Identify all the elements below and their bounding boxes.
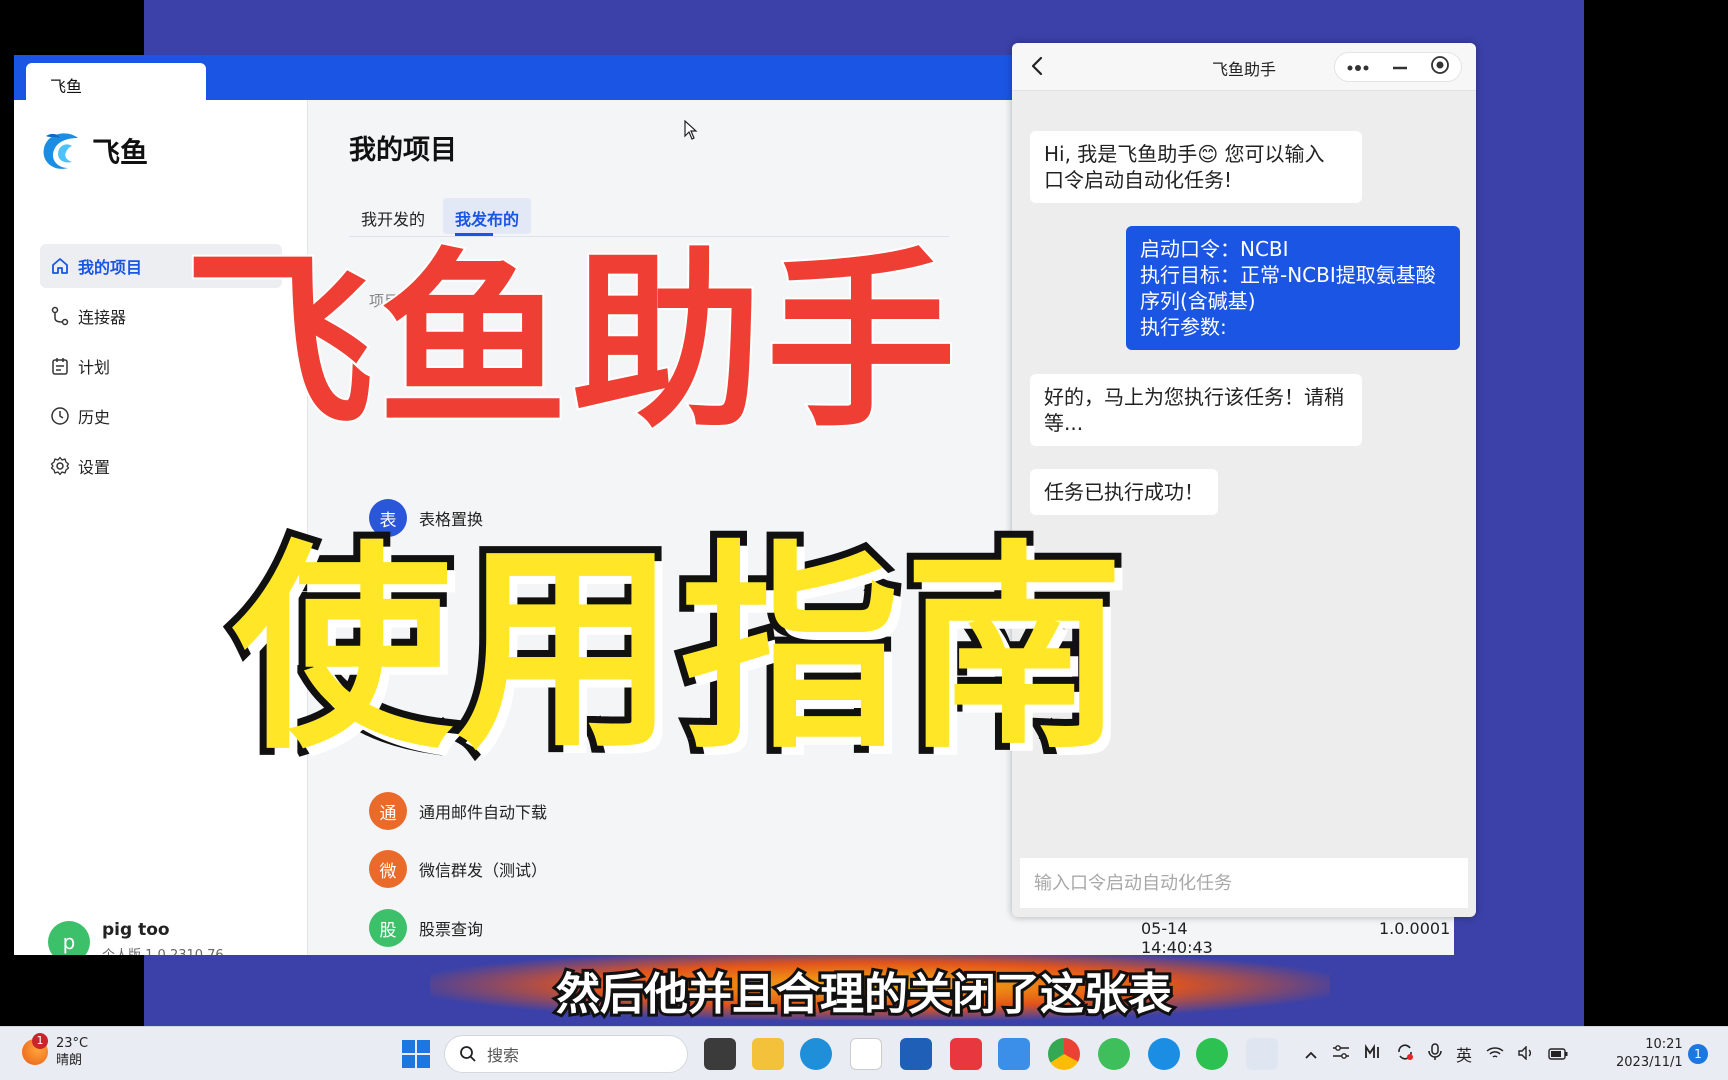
avatar: p <box>48 920 90 955</box>
task-view-icon[interactable] <box>704 1038 736 1070</box>
weather-desc: 晴朗 <box>56 1053 83 1068</box>
message-line: 好的，马上为您执行该任务！请稍 <box>1044 385 1344 409</box>
taskbar-search[interactable]: 搜索 <box>444 1035 688 1073</box>
logo-text: 飞鱼 <box>92 136 149 169</box>
edge-browser-icon[interactable] <box>800 1038 832 1070</box>
weather-text: 23°C 晴朗 <box>56 1035 88 1069</box>
chrome-icon[interactable] <box>1048 1038 1080 1070</box>
sidebar-item-label: 计划 <box>78 358 111 377</box>
chevron-up-icon[interactable] <box>1304 1045 1318 1064</box>
message-line: 序列(含碱基) <box>1140 289 1256 313</box>
gear-icon <box>50 456 70 476</box>
chat-message-user: 启动口令：NCBI 执行目标：正常-NCBI提取氨基酸 序列(含碱基) 执行参数… <box>1126 226 1460 350</box>
list-item[interactable]: 通 通用邮件自动下载 <box>369 791 547 831</box>
sidebar-item-label: 历史 <box>78 408 111 427</box>
home-icon <box>50 256 70 276</box>
chat-header: 飞鱼助手 <box>1012 43 1476 91</box>
weather-temp: 23°C <box>56 1036 89 1051</box>
close-target-icon[interactable] <box>1430 55 1450 79</box>
taskbar: 1 23°C 晴朗 搜索 英 10:21 2023/11/1 1 <box>0 1026 1728 1080</box>
message-line: 任务已执行成功！ <box>1044 480 1204 504</box>
huawei-app-icon[interactable] <box>950 1038 982 1070</box>
system-tray: 英 <box>1304 1042 1568 1066</box>
message-line: 执行参数: <box>1140 315 1227 339</box>
project-name: 通用邮件自动下载 <box>419 803 548 822</box>
app-icon[interactable] <box>850 1038 882 1070</box>
microphone-icon[interactable] <box>1428 1043 1442 1065</box>
start-icon[interactable] <box>402 1040 430 1068</box>
wechat-icon[interactable] <box>1196 1038 1228 1070</box>
project-name: 股票查询 <box>419 920 484 939</box>
clock-date: 2023/11/1 <box>1616 1055 1683 1070</box>
chat-message-bot: 任务已执行成功！ <box>1030 469 1218 515</box>
message-line: 等... <box>1044 411 1084 435</box>
calendar-icon <box>50 356 70 376</box>
clock-icon <box>50 406 70 426</box>
chat-message-bot: Hi, 我是飞鱼助手😊 您可以输入 口令启动自动化任务! <box>1030 131 1362 203</box>
settings-tray-icon[interactable] <box>1332 1044 1350 1064</box>
minimize-icon[interactable] <box>1391 58 1409 77</box>
project-avatar: 通 <box>369 792 407 830</box>
cloud-app-icon[interactable] <box>998 1038 1030 1070</box>
volume-icon[interactable] <box>1518 1044 1534 1064</box>
message-line: 启动口令：NCBI <box>1140 237 1289 261</box>
connector-icon <box>50 306 70 326</box>
sync-icon[interactable] <box>1396 1043 1414 1065</box>
video-subtitle: 然后他并且合理的关闭了这张表 <box>553 966 1175 1023</box>
project-avatar: 股 <box>369 909 407 947</box>
overlay-title-yellow: 使用指南 <box>225 515 1131 785</box>
weather-badge: 1 <box>32 1033 48 1049</box>
battery-icon[interactable] <box>1548 1045 1568 1064</box>
app-tray-icon[interactable] <box>1364 1044 1382 1064</box>
system-clock[interactable]: 10:21 2023/11/1 <box>1616 1036 1683 1072</box>
search-placeholder: 搜索 <box>487 1046 520 1065</box>
sidebar-item-label: 设置 <box>78 458 111 477</box>
browser-green-icon[interactable] <box>1098 1038 1130 1070</box>
page-title: 我的项目 <box>349 135 457 166</box>
assistant-chat-window: 飞鱼助手 Hi, 我是飞鱼助手😊 您可以输入 口令启动自动化任务! 启动口令：N… <box>1012 43 1476 917</box>
sidebar-item-label: 连接器 <box>78 308 127 327</box>
message-line: 执行目标：正常-NCBI提取氨基酸 <box>1140 263 1436 287</box>
feiyu-active-taskbar-icon[interactable] <box>1246 1038 1278 1070</box>
window-tab[interactable]: 飞鱼 <box>26 63 206 100</box>
input-method-indicator[interactable]: 英 <box>1456 1042 1472 1066</box>
notification-badge[interactable]: 1 <box>1688 1044 1708 1064</box>
user-info: pig too 个人版 1.0.2310.76 <box>102 920 224 955</box>
search-icon <box>460 1046 476 1062</box>
message-text: 您可以输入 <box>1218 142 1325 166</box>
weather-sun-icon: 1 <box>22 1033 48 1065</box>
user-profile[interactable]: p pig too 个人版 1.0.2310.76 <box>48 920 224 955</box>
project-name: 微信群发（测试） <box>419 861 548 880</box>
feiyu-taskbar-icon[interactable] <box>1148 1038 1180 1070</box>
more-icon[interactable] <box>1346 58 1370 77</box>
app-version: 个人版 1.0.2310.76 <box>102 944 224 955</box>
store-icon[interactable] <box>900 1038 932 1070</box>
file-explorer-icon[interactable] <box>752 1038 784 1070</box>
smile-emoji-icon: 😊 <box>1197 142 1219 166</box>
command-input[interactable] <box>1020 858 1468 908</box>
wifi-icon[interactable] <box>1486 1045 1504 1064</box>
overlay-title-red: 飞鱼助手 <box>182 230 961 455</box>
chat-message-bot: 好的，马上为您执行该任务！请稍 等... <box>1030 374 1362 446</box>
message-text: 口令启动自动化任务! <box>1044 168 1233 192</box>
message-text: Hi, 我是飞鱼助手 <box>1044 142 1198 166</box>
mini-program-capsule <box>1334 52 1462 82</box>
sidebar-item-label: 我的项目 <box>78 258 143 277</box>
mouse-cursor-icon <box>684 119 698 144</box>
logo-icon <box>38 128 84 174</box>
letterbox-right <box>1584 0 1728 1026</box>
project-version: 1.0.0001 <box>1379 918 1451 938</box>
list-item[interactable]: 微 微信群发（测试） <box>369 849 547 889</box>
app-logo: 飞鱼 <box>38 128 148 174</box>
list-item[interactable]: 股 股票查询 2023-05-14 14:40:43 1.0.0001 <box>369 900 1450 955</box>
project-avatar: 微 <box>369 850 407 888</box>
user-name: pig too <box>102 920 170 940</box>
weather-widget[interactable]: 1 23°C 晴朗 <box>22 1033 88 1069</box>
clock-time: 10:21 <box>1645 1037 1683 1052</box>
